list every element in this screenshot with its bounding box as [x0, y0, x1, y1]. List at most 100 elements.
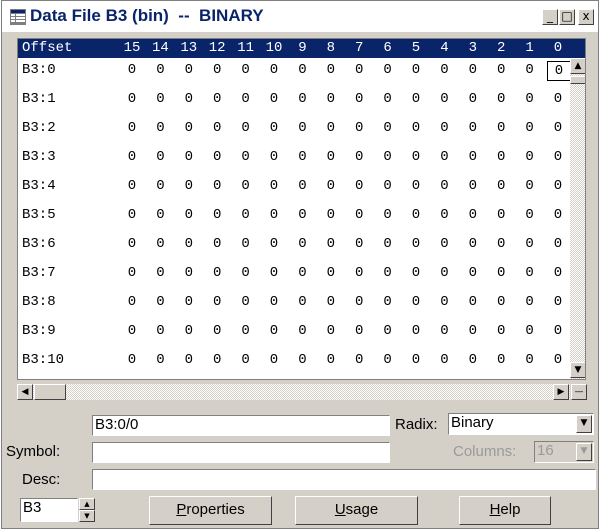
bit-cell[interactable]: 0: [490, 62, 512, 78]
bit-cell[interactable]: 0: [121, 294, 143, 310]
bit-cell[interactable]: 0: [206, 294, 228, 310]
bit-cell[interactable]: 0: [235, 120, 257, 136]
horizontal-scroll-thumb[interactable]: [34, 384, 66, 400]
bit-cell[interactable]: 0: [462, 178, 484, 194]
bit-cell[interactable]: 0: [235, 207, 257, 223]
bit-cell[interactable]: 0: [149, 207, 171, 223]
bit-cell[interactable]: 0: [348, 91, 370, 107]
bit-cell[interactable]: 0: [206, 323, 228, 339]
bit-cell[interactable]: 0: [235, 352, 257, 368]
bit-cell[interactable]: 0: [178, 207, 200, 223]
vertical-scrollbar[interactable]: ▲ ▼: [570, 58, 585, 379]
bit-cell[interactable]: 0: [149, 265, 171, 281]
bit-cell[interactable]: 0: [263, 149, 285, 165]
bit-cell[interactable]: 0: [206, 62, 228, 78]
bit-cell[interactable]: 0: [291, 91, 313, 107]
bit-cell[interactable]: 0: [348, 149, 370, 165]
bit-cell[interactable]: 0: [320, 323, 342, 339]
bit-cell[interactable]: 0: [320, 120, 342, 136]
bit-cell[interactable]: 0: [206, 120, 228, 136]
bit-cell[interactable]: 0: [433, 236, 455, 252]
bit-cell[interactable]: 0: [348, 178, 370, 194]
address-field[interactable]: B3:0/0: [92, 415, 390, 436]
bit-cell[interactable]: 0: [178, 352, 200, 368]
scroll-up-button[interactable]: ▲: [570, 58, 585, 74]
bit-cell[interactable]: 0: [206, 91, 228, 107]
bit-cell[interactable]: 0: [462, 91, 484, 107]
bit-cell[interactable]: 0: [377, 323, 399, 339]
bit-cell[interactable]: 0: [235, 236, 257, 252]
bit-cell[interactable]: 0: [377, 352, 399, 368]
bit-cell[interactable]: 0: [547, 61, 571, 81]
bit-cell[interactable]: 0: [263, 265, 285, 281]
bit-cell[interactable]: 0: [433, 265, 455, 281]
bit-cell[interactable]: 0: [462, 207, 484, 223]
bit-cell[interactable]: 0: [377, 236, 399, 252]
bit-cell[interactable]: 0: [291, 149, 313, 165]
bit-cell[interactable]: 0: [433, 323, 455, 339]
maximize-button[interactable]: □: [559, 9, 575, 25]
bit-cell[interactable]: 0: [291, 265, 313, 281]
scroll-down-button[interactable]: ▼: [570, 362, 585, 378]
bit-cell[interactable]: 0: [121, 149, 143, 165]
bit-cell[interactable]: 0: [178, 120, 200, 136]
bit-cell[interactable]: 0: [519, 207, 541, 223]
bit-cell[interactable]: 0: [291, 207, 313, 223]
scroll-right-button[interactable]: ▶: [553, 384, 569, 400]
bit-cell[interactable]: 0: [235, 294, 257, 310]
bit-cell[interactable]: 0: [348, 323, 370, 339]
bit-cell[interactable]: 0: [263, 352, 285, 368]
bit-cell[interactable]: 0: [547, 120, 569, 136]
bit-cell[interactable]: 0: [206, 352, 228, 368]
bit-cell[interactable]: 0: [178, 236, 200, 252]
bit-cell[interactable]: 0: [121, 62, 143, 78]
bit-cell[interactable]: 0: [519, 149, 541, 165]
bit-cell[interactable]: 0: [490, 294, 512, 310]
bit-cell[interactable]: 0: [291, 236, 313, 252]
close-button[interactable]: x: [578, 9, 594, 25]
bit-cell[interactable]: 0: [291, 352, 313, 368]
title-bar[interactable]: Data File B3 (bin) -- BINARY _ □ x: [2, 1, 598, 32]
bit-cell[interactable]: 0: [320, 236, 342, 252]
bit-cell[interactable]: 0: [348, 265, 370, 281]
bit-cell[interactable]: 0: [547, 323, 569, 339]
scroll-left-button[interactable]: ◀: [17, 384, 33, 400]
bit-cell[interactable]: 0: [121, 265, 143, 281]
bit-cell[interactable]: 0: [121, 207, 143, 223]
file-number-field[interactable]: B3: [20, 498, 78, 522]
bit-cell[interactable]: 0: [235, 62, 257, 78]
bit-cell[interactable]: 0: [490, 207, 512, 223]
data-grid[interactable]: Offset 15 14 13 12 11 10 9 8 7 6 5 4 3 2 1 0 B3:0 0 0 0 0 0 0…: [17, 38, 586, 380]
bit-cell[interactable]: 0: [149, 149, 171, 165]
bit-cell[interactable]: 0: [263, 178, 285, 194]
bit-cell[interactable]: 0: [377, 265, 399, 281]
minimize-button[interactable]: _: [542, 9, 558, 25]
horizontal-scrollbar[interactable]: ◀ ▶: [17, 384, 570, 400]
bit-cell[interactable]: 0: [263, 294, 285, 310]
bit-cell[interactable]: 0: [263, 62, 285, 78]
bit-cell[interactable]: 0: [121, 323, 143, 339]
bit-cell[interactable]: 0: [462, 120, 484, 136]
bit-cell[interactable]: 0: [405, 149, 427, 165]
bit-cell[interactable]: 0: [519, 236, 541, 252]
spin-up-button[interactable]: ▲: [79, 498, 95, 510]
bit-cell[interactable]: 0: [405, 294, 427, 310]
bit-cell[interactable]: 0: [462, 352, 484, 368]
bit-cell[interactable]: 0: [462, 149, 484, 165]
bit-cell[interactable]: 0: [263, 323, 285, 339]
bit-cell[interactable]: 0: [235, 178, 257, 194]
bit-cell[interactable]: 0: [320, 178, 342, 194]
bit-cell[interactable]: 0: [206, 149, 228, 165]
bit-cell[interactable]: 0: [121, 91, 143, 107]
radix-dropdown-button[interactable]: ▼: [576, 415, 592, 433]
desc-field[interactable]: [92, 469, 596, 490]
bit-cell[interactable]: 0: [462, 294, 484, 310]
bit-cell[interactable]: 0: [149, 178, 171, 194]
bit-cell[interactable]: 0: [519, 178, 541, 194]
properties-button[interactable]: Properties: [149, 496, 272, 525]
bit-cell[interactable]: 0: [291, 120, 313, 136]
bit-cell[interactable]: 0: [377, 207, 399, 223]
bit-cell[interactable]: 0: [433, 120, 455, 136]
bit-cell[interactable]: 0: [462, 323, 484, 339]
bit-cell[interactable]: 0: [320, 294, 342, 310]
